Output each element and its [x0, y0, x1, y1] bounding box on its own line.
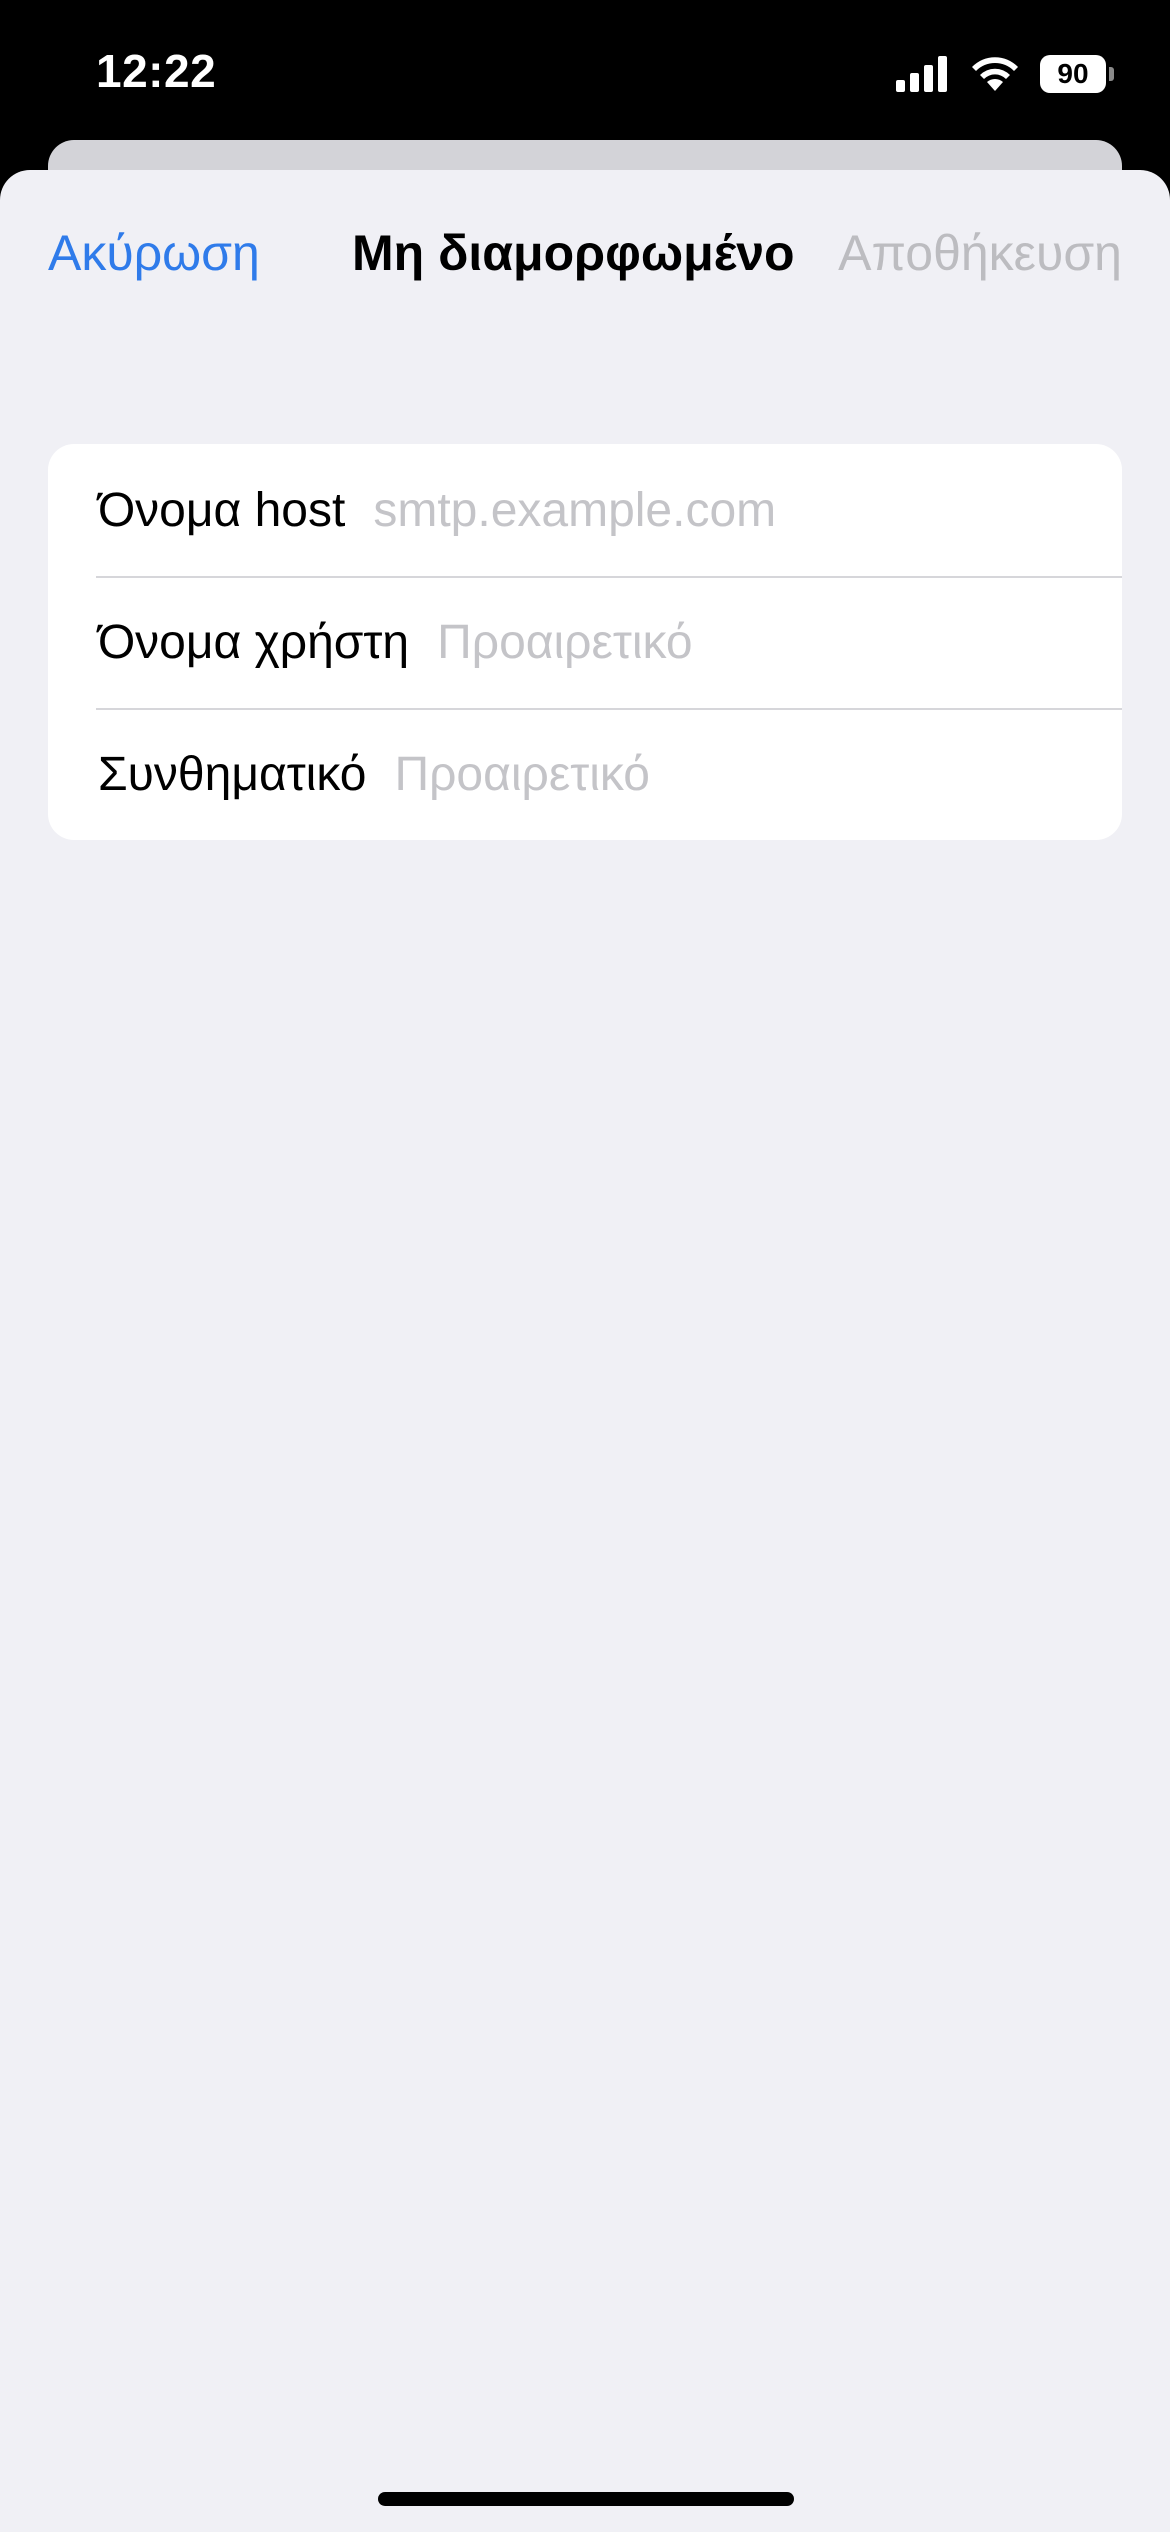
- username-row[interactable]: Όνομα χρήστη: [48, 576, 1122, 708]
- host-name-row[interactable]: Όνομα host: [48, 444, 1122, 576]
- cancel-button[interactable]: Ακύρωση: [48, 224, 260, 282]
- wifi-icon: [972, 57, 1018, 91]
- page-title: Μη διαμορφωμένο: [352, 225, 795, 281]
- smtp-server-sheet: Ακύρωση Μη διαμορφωμένο Αποθήκευση Όνομα…: [0, 170, 1170, 2532]
- server-settings-form: Όνομα host Όνομα χρήστη Συνθηματικό: [48, 444, 1122, 840]
- status-time: 12:22: [96, 45, 217, 97]
- password-row[interactable]: Συνθηματικό: [48, 708, 1122, 840]
- cellular-signal-icon: [896, 56, 947, 92]
- battery-cap: [1109, 67, 1114, 81]
- status-icons: 90: [896, 50, 1114, 98]
- host-name-label: Όνομα host: [98, 483, 346, 537]
- battery-level: 90: [1040, 55, 1106, 93]
- username-input[interactable]: [437, 602, 1122, 682]
- host-name-input[interactable]: [373, 470, 1122, 550]
- navigation-bar: Ακύρωση Μη διαμορφωμένο Αποθήκευση: [0, 170, 1170, 340]
- status-bar: 12:22 90: [0, 0, 1170, 140]
- home-indicator[interactable]: [378, 2492, 794, 2506]
- username-label: Όνομα χρήστη: [98, 615, 410, 669]
- password-input[interactable]: [394, 734, 1122, 814]
- battery-icon: 90: [1040, 55, 1114, 93]
- save-button[interactable]: Αποθήκευση: [838, 224, 1122, 282]
- password-label: Συνθηματικό: [98, 747, 367, 801]
